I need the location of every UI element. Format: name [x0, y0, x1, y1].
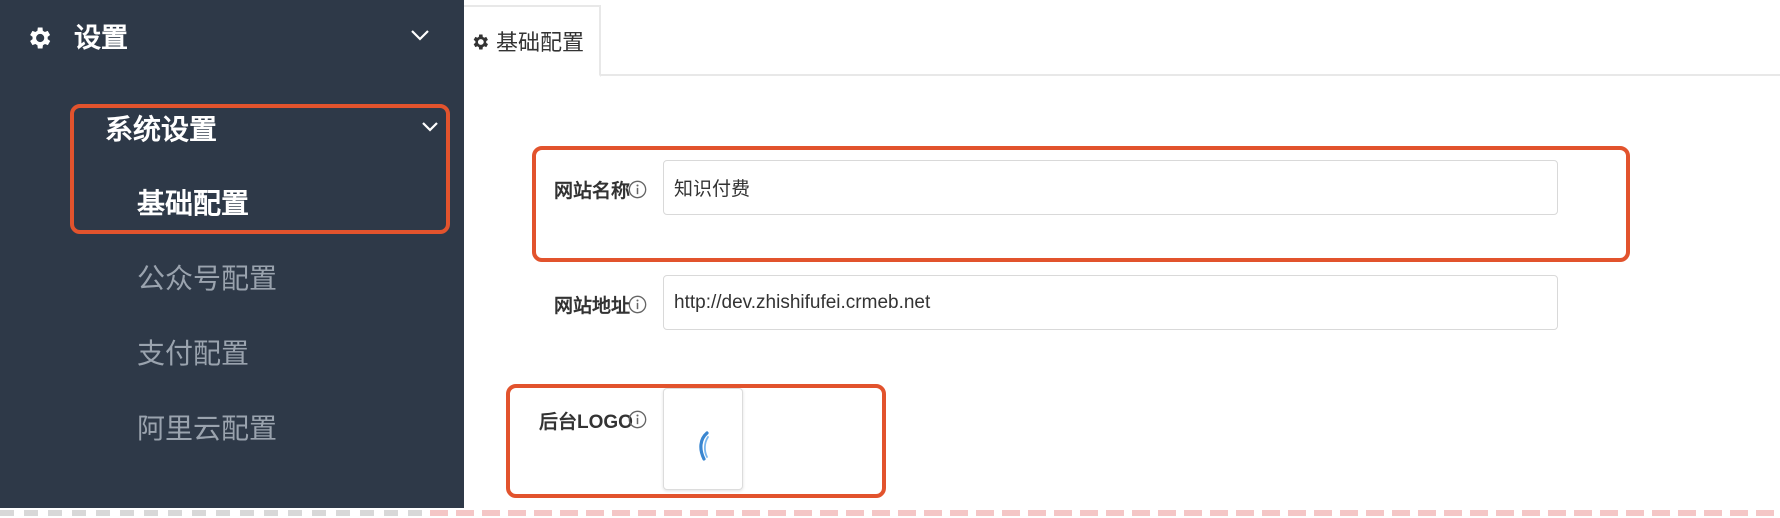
sidebar-item-basic-config[interactable]: 基础配置	[137, 186, 249, 222]
admin-logo-upload[interactable]	[663, 388, 743, 490]
sidebar-group-system-settings[interactable]: 系统设置	[105, 112, 217, 148]
tab-bar: 基础配置	[464, 0, 1780, 77]
chevron-down-icon	[422, 122, 438, 132]
sidebar-item-wechat-config[interactable]: 公众号配置	[137, 261, 277, 297]
tab-basic-config[interactable]: 基础配置	[464, 5, 601, 77]
sidebar-menu-settings-label: 设置	[74, 23, 128, 53]
gear-icon	[30, 27, 51, 49]
gear-icon	[473, 34, 488, 50]
info-icon[interactable]	[628, 410, 647, 429]
info-icon[interactable]	[628, 180, 647, 199]
logo-image	[699, 431, 709, 461]
info-icon[interactable]	[628, 295, 647, 314]
site-name-label: 网站名称	[554, 181, 631, 202]
sidebar-item-payment-config[interactable]: 支付配置	[137, 336, 249, 372]
chevron-down-icon	[411, 30, 429, 41]
sidebar-menu-settings[interactable]: 设置	[0, 0, 464, 76]
screenshot-edge	[0, 508, 1780, 518]
app-frame: 设置 系统设置 基础配置 公众号配置 支付配置 阿里云配置 基础配置 网站名称 …	[0, 0, 1780, 518]
tab-label: 基础配置	[496, 30, 585, 55]
sidebar: 设置 系统设置 基础配置 公众号配置 支付配置 阿里云配置	[0, 0, 464, 508]
admin-logo-label: 后台LOGO	[539, 412, 633, 433]
site-url-label: 网站地址	[554, 296, 631, 317]
site-url-input[interactable]	[663, 275, 1558, 330]
sidebar-item-aliyun-config[interactable]: 阿里云配置	[137, 411, 277, 447]
site-name-input[interactable]	[663, 160, 1558, 215]
